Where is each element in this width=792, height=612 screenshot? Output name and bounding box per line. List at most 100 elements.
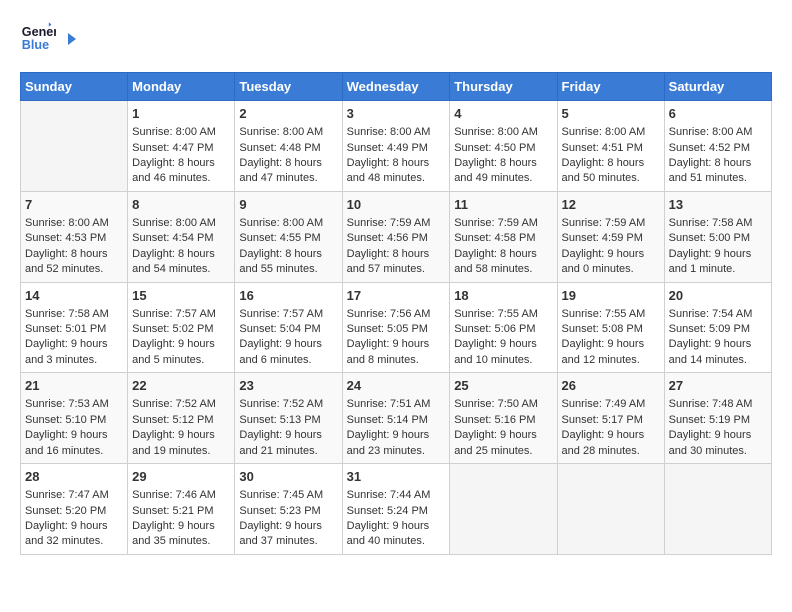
day-number: 3: [347, 105, 446, 123]
weekday-header-wednesday: Wednesday: [342, 73, 450, 101]
cell-info-line: Sunset: 4:53 PM: [25, 231, 123, 246]
day-number: 15: [132, 287, 230, 305]
cell-info-line: Daylight: 9 hours: [239, 519, 337, 534]
cell-info-line: and 40 minutes.: [347, 534, 446, 549]
calendar-cell: 2Sunrise: 8:00 AMSunset: 4:48 PMDaylight…: [235, 101, 342, 192]
cell-info-line: Sunrise: 7:56 AM: [347, 307, 446, 322]
cell-info-line: Sunset: 4:55 PM: [239, 231, 337, 246]
day-number: 24: [347, 377, 446, 395]
day-number: 25: [454, 377, 552, 395]
cell-info-line: Daylight: 9 hours: [562, 247, 660, 262]
cell-info-line: Sunrise: 7:57 AM: [132, 307, 230, 322]
cell-info-line: Sunset: 5:19 PM: [669, 413, 767, 428]
cell-info-line: Sunrise: 8:00 AM: [454, 125, 552, 140]
cell-info-line: Sunset: 4:56 PM: [347, 231, 446, 246]
cell-info-line: Daylight: 8 hours: [239, 156, 337, 171]
day-number: 30: [239, 468, 337, 486]
cell-info-line: and 21 minutes.: [239, 444, 337, 459]
cell-info-line: Sunrise: 7:53 AM: [25, 397, 123, 412]
cell-info-line: and 5 minutes.: [132, 353, 230, 368]
cell-info-line: Sunrise: 8:00 AM: [239, 216, 337, 231]
weekday-header-monday: Monday: [128, 73, 235, 101]
cell-info-line: Daylight: 8 hours: [25, 247, 123, 262]
cell-info-line: and 1 minute.: [669, 262, 767, 277]
cell-info-line: and 55 minutes.: [239, 262, 337, 277]
cell-info-line: and 48 minutes.: [347, 171, 446, 186]
cell-info-line: Sunrise: 7:52 AM: [239, 397, 337, 412]
cell-info-line: Daylight: 9 hours: [669, 428, 767, 443]
cell-info-line: Sunrise: 7:58 AM: [25, 307, 123, 322]
svg-text:Blue: Blue: [22, 38, 49, 52]
cell-info-line: Sunrise: 7:50 AM: [454, 397, 552, 412]
cell-info-line: Daylight: 8 hours: [132, 156, 230, 171]
calendar-cell: 7Sunrise: 8:00 AMSunset: 4:53 PMDaylight…: [21, 191, 128, 282]
page-header: General Blue: [20, 20, 772, 56]
cell-info-line: Daylight: 9 hours: [239, 428, 337, 443]
cell-info-line: Sunrise: 7:55 AM: [454, 307, 552, 322]
weekday-header-tuesday: Tuesday: [235, 73, 342, 101]
day-number: 2: [239, 105, 337, 123]
cell-info-line: Sunset: 5:00 PM: [669, 231, 767, 246]
cell-info-line: and 3 minutes.: [25, 353, 123, 368]
cell-info-line: Sunset: 5:06 PM: [454, 322, 552, 337]
day-number: 1: [132, 105, 230, 123]
day-number: 21: [25, 377, 123, 395]
calendar-cell: 20Sunrise: 7:54 AMSunset: 5:09 PMDayligh…: [664, 282, 771, 373]
cell-info-line: Sunrise: 7:49 AM: [562, 397, 660, 412]
cell-info-line: and 50 minutes.: [562, 171, 660, 186]
cell-info-line: and 32 minutes.: [25, 534, 123, 549]
calendar-cell: 12 Sunrise: 7:59 AMSunset: 4:59 PMDayligh…: [557, 191, 664, 282]
day-number: 9: [239, 196, 337, 214]
calendar-week-row: 28Sunrise: 7:47 AMSunset: 5:20 PMDayligh…: [21, 464, 772, 555]
calendar-cell: 10Sunrise: 7:59 AMSunset: 4:56 PMDayligh…: [342, 191, 450, 282]
cell-info-line: and 54 minutes.: [132, 262, 230, 277]
cell-info-line: Sunset: 5:16 PM: [454, 413, 552, 428]
cell-info-line: Sunset: 4:49 PM: [347, 141, 446, 156]
cell-info-line: Daylight: 8 hours: [454, 156, 552, 171]
day-number: 11: [454, 196, 552, 214]
cell-info-line: Sunrise: 7:45 AM: [239, 488, 337, 503]
weekday-header-thursday: Thursday: [450, 73, 557, 101]
cell-info-line: Sunrise: 8:00 AM: [562, 125, 660, 140]
day-number: 27: [669, 377, 767, 395]
cell-info-line: Sunset: 5:05 PM: [347, 322, 446, 337]
weekday-header-sunday: Sunday: [21, 73, 128, 101]
cell-info-line: Daylight: 8 hours: [132, 247, 230, 262]
calendar-cell: 28Sunrise: 7:47 AMSunset: 5:20 PMDayligh…: [21, 464, 128, 555]
day-number: 28: [25, 468, 123, 486]
cell-info-line: Daylight: 9 hours: [454, 337, 552, 352]
cell-info-line: Sunrise: 8:00 AM: [669, 125, 767, 140]
cell-info-line: Sunrise: 8:00 AM: [132, 216, 230, 231]
calendar-week-row: 21Sunrise: 7:53 AMSunset: 5:10 PMDayligh…: [21, 373, 772, 464]
day-number: 31: [347, 468, 446, 486]
cell-info-line: Sunset: 4:47 PM: [132, 141, 230, 156]
cell-info-line: Daylight: 8 hours: [347, 156, 446, 171]
calendar-cell: 6Sunrise: 8:00 AMSunset: 4:52 PMDaylight…: [664, 101, 771, 192]
cell-info-line: Sunset: 5:04 PM: [239, 322, 337, 337]
calendar-cell: 29Sunrise: 7:46 AMSunset: 5:21 PMDayligh…: [128, 464, 235, 555]
day-number: 22: [132, 377, 230, 395]
cell-info-line: Sunrise: 7:59 AM: [562, 216, 660, 231]
day-number: 4: [454, 105, 552, 123]
day-number: 5: [562, 105, 660, 123]
cell-info-line: Daylight: 9 hours: [347, 337, 446, 352]
day-number: 13: [669, 196, 767, 214]
cell-info-line: Daylight: 8 hours: [454, 247, 552, 262]
calendar-cell: 16Sunrise: 7:57 AMSunset: 5:04 PMDayligh…: [235, 282, 342, 373]
cell-info-line: Daylight: 8 hours: [239, 247, 337, 262]
cell-info-line: Sunrise: 8:00 AM: [347, 125, 446, 140]
cell-info-line: Sunrise: 7:54 AM: [669, 307, 767, 322]
cell-info-line: and 6 minutes.: [239, 353, 337, 368]
day-number: 26: [562, 377, 660, 395]
cell-info-line: Sunrise: 7:48 AM: [669, 397, 767, 412]
day-number: 16: [239, 287, 337, 305]
cell-info-line: Sunset: 4:59 PM: [562, 231, 660, 246]
cell-info-line: and 30 minutes.: [669, 444, 767, 459]
day-number: 8: [132, 196, 230, 214]
cell-info-line: Daylight: 9 hours: [25, 428, 123, 443]
day-number: 19: [562, 287, 660, 305]
day-number: 12: [562, 196, 660, 214]
cell-info-line: Daylight: 9 hours: [562, 337, 660, 352]
cell-info-line: and 16 minutes.: [25, 444, 123, 459]
cell-info-line: Sunset: 5:12 PM: [132, 413, 230, 428]
